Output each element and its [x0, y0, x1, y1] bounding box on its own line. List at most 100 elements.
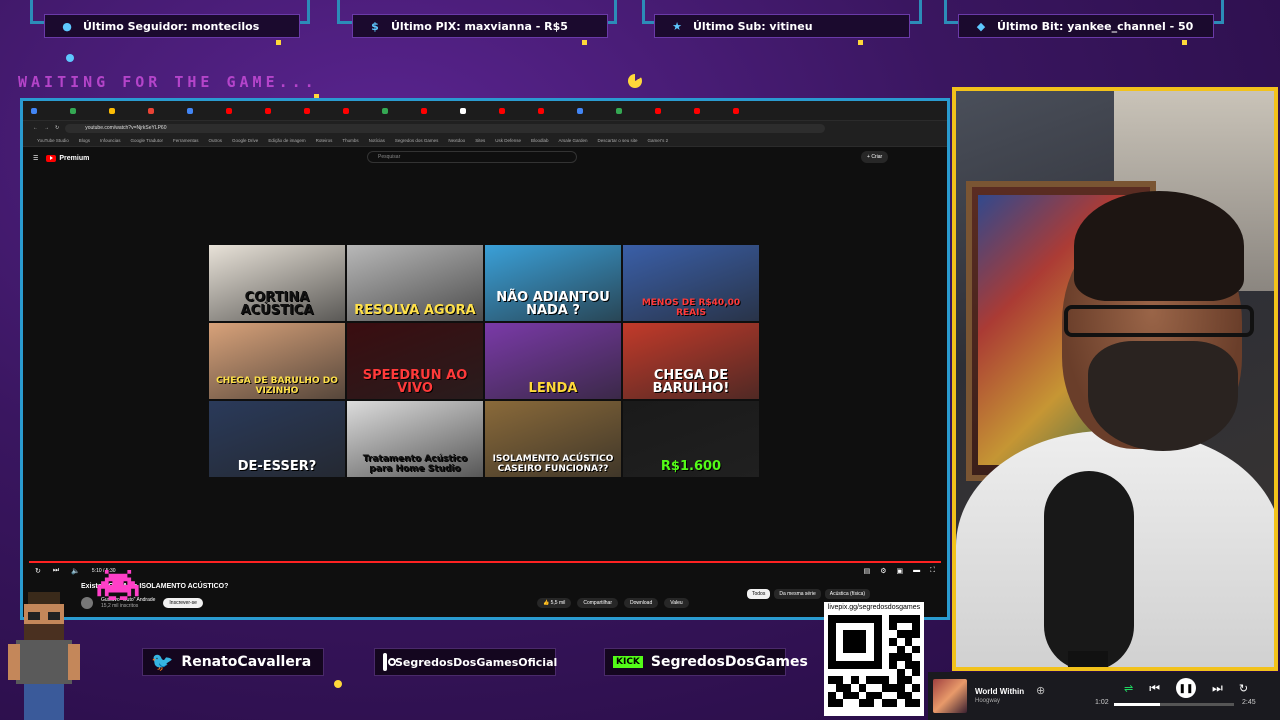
bookmark-item[interactable]: Notícias — [369, 138, 385, 143]
volume-icon[interactable]: 🔈 — [71, 567, 80, 575]
browser-tab[interactable] — [499, 105, 535, 117]
qr-cell — [889, 699, 897, 707]
qr-cell — [858, 660, 867, 669]
video-thumbnail[interactable]: MENOS DE R$40,00 REAIS — [623, 245, 759, 321]
browser-tab[interactable] — [109, 105, 145, 117]
address-bar[interactable]: youtube.com/watch?v=NjrkSeYLP60 — [65, 123, 826, 133]
browser-tab[interactable] — [187, 105, 223, 117]
qr-cell — [912, 615, 920, 623]
browser-tab[interactable] — [655, 105, 691, 117]
settings-icon[interactable]: ⚙ — [880, 567, 886, 575]
miniplayer-icon[interactable]: ▣ — [896, 567, 903, 575]
browser-tab[interactable] — [616, 105, 652, 117]
repeat-icon[interactable]: ↻ — [1239, 682, 1248, 695]
browser-tab[interactable] — [304, 105, 340, 117]
bookmark-item[interactable]: Descartar o seu site — [598, 138, 638, 143]
deco-dot — [276, 40, 281, 45]
browser-tab[interactable] — [382, 105, 418, 117]
video-thumbnail[interactable]: Tratamento Acústico para Home Studio — [347, 401, 483, 477]
qr-cell — [859, 676, 867, 684]
create-button[interactable]: + Criar — [861, 151, 889, 163]
captions-icon[interactable]: ▤ — [864, 567, 871, 575]
like-button[interactable]: 👍 5,5 mil — [537, 598, 572, 608]
browser-tab[interactable] — [460, 105, 496, 117]
microphone — [1044, 471, 1134, 667]
bookmark-item[interactable]: Edição de imagem — [268, 138, 305, 143]
browser-tab[interactable] — [733, 105, 769, 117]
chip-all[interactable]: Todos — [747, 589, 771, 599]
address-row: ← → ↻ youtube.com/watch?v=NjrkSeYLP60 — [23, 121, 947, 135]
bookmark-item[interactable]: Nextdoo — [448, 138, 465, 143]
music-progress[interactable] — [1114, 703, 1234, 706]
qr-cell — [828, 645, 836, 654]
add-icon[interactable]: ⊕ — [1036, 684, 1045, 697]
bookmark-item[interactable]: Google Tradutor — [130, 138, 163, 143]
video-thumbnail[interactable]: RESOLVA AGORA — [347, 245, 483, 321]
kick-handle[interactable]: KICK SegredosDosGames — [604, 648, 808, 676]
next-icon[interactable]: ⏭ — [53, 567, 59, 575]
qr-cell — [828, 637, 836, 646]
browser-tab[interactable] — [148, 105, 184, 117]
bookmark-item[interactable]: YouTube Studio — [37, 138, 69, 143]
video-thumbnail[interactable]: CHEGA DE BARULHO DO VIZINHO — [209, 323, 345, 399]
browser-tab[interactable] — [31, 105, 67, 117]
bookmark-item[interactable]: Google Drive — [232, 138, 258, 143]
bookmark-item[interactable]: Outros — [209, 138, 223, 143]
bookmark-item[interactable]: Sites — [475, 138, 485, 143]
video-thumbnail[interactable]: LENDA — [485, 323, 621, 399]
shuffle-icon[interactable]: ⇌ — [1124, 682, 1133, 695]
bookmark-item[interactable]: Roteiros — [316, 138, 333, 143]
qr-cell — [858, 683, 867, 692]
video-thumbnail[interactable]: ISOLAMENTO ACÚSTICO CASEIRO FUNCIONA?? — [485, 401, 621, 477]
bookmark-item[interactable]: Blogs — [79, 138, 90, 143]
browser-tab[interactable] — [70, 105, 106, 117]
video-thumbnail[interactable]: NÃO ADIANTOU NADA ? — [485, 245, 621, 321]
browser-tab[interactable] — [694, 105, 730, 117]
video-thumbnail[interactable]: CORTINA ACÚSTICA — [209, 245, 345, 321]
qr-cell — [866, 669, 874, 677]
search-input[interactable]: Pesquisar — [367, 151, 577, 163]
bookmark-item[interactable]: Infouncias — [100, 138, 121, 143]
video-thumbnail[interactable]: R$1.600 — [623, 401, 759, 477]
video-thumbnail[interactable]: CHEGA DE BARULHO! — [623, 323, 759, 399]
next-track-icon[interactable]: ⏭ — [1212, 681, 1223, 696]
download-label: Download — [629, 600, 653, 606]
browser-tab[interactable] — [421, 105, 457, 117]
fullscreen-icon[interactable]: ⛶ — [930, 567, 935, 575]
pause-icon[interactable]: ❚❚ — [1176, 678, 1197, 698]
chip-acoustics[interactable]: Acústica (física) — [824, 589, 871, 599]
thanks-button[interactable]: Valeu — [664, 598, 689, 608]
subscribe-button[interactable]: Inscrever-se — [163, 598, 203, 608]
browser-tab[interactable] — [265, 105, 301, 117]
download-button[interactable]: Download — [623, 598, 659, 608]
bookmark-item[interactable]: Ferramentas — [173, 138, 199, 143]
bookmark-item[interactable]: Gamer's 2 — [648, 138, 669, 143]
twitter-handle[interactable]: 🐦 RenatoCavallera — [142, 648, 324, 676]
browser-tab[interactable] — [538, 105, 574, 117]
bookmark-item[interactable]: Usk Defense — [495, 138, 521, 143]
bookmark-item[interactable]: Bloodlab — [531, 138, 549, 143]
qr-cell — [835, 699, 844, 707]
menu-icon[interactable]: ☰ — [33, 155, 38, 162]
browser-tab[interactable] — [343, 105, 379, 117]
bookmark-item[interactable]: Arsale Garden — [558, 138, 587, 143]
previous-icon[interactable]: ⏮ — [1149, 681, 1160, 696]
share-button[interactable]: Compartilhar — [577, 598, 618, 608]
progress-bar[interactable] — [29, 561, 941, 563]
theater-icon[interactable]: ▬ — [913, 567, 920, 575]
video-thumbnail[interactable]: SPEEDRUN AO VIVO — [347, 323, 483, 399]
instagram-handle[interactable]: SegredosDosGamesOficial — [374, 648, 557, 676]
music-player: World Within Hoogway ⊕ ⇌ ⏮ ❚❚ ⏭ ↻ 1:02 2… — [928, 672, 1280, 720]
forward-icon[interactable]: → — [44, 125, 49, 131]
browser-tab[interactable] — [226, 105, 262, 117]
chip-series[interactable]: Da mesma série — [774, 589, 821, 599]
back-icon[interactable]: ← — [33, 125, 38, 131]
youtube-logo[interactable]: Premium — [46, 154, 89, 162]
reload-icon[interactable]: ↻ — [55, 125, 59, 131]
bookmark-item[interactable]: Thumbs — [342, 138, 358, 143]
video-thumbnail[interactable]: DE-ESSER? — [209, 401, 345, 477]
replay-icon[interactable]: ↻ — [35, 567, 41, 575]
bookmark-item[interactable]: Segredos dos Games — [395, 138, 439, 143]
browser-tab[interactable] — [577, 105, 613, 117]
music-controls: ⇌ ⏮ ❚❚ ⏭ ↻ — [1124, 678, 1248, 698]
